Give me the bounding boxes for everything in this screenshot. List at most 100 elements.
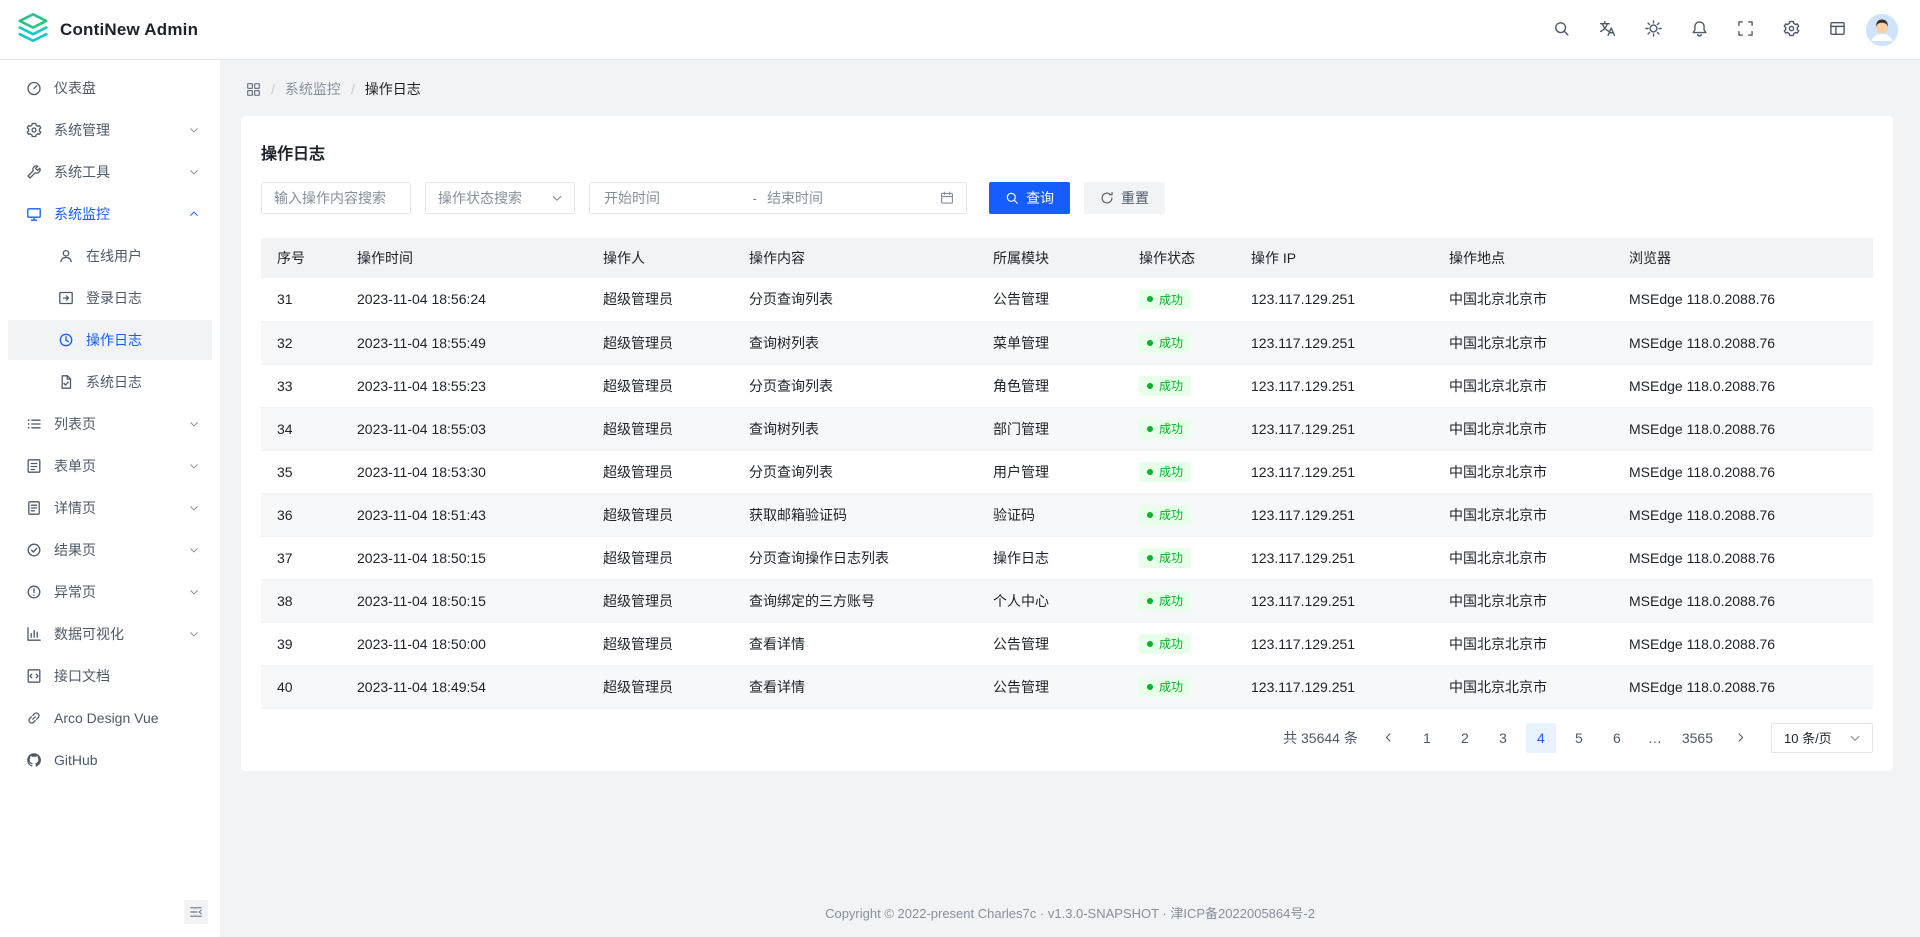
sidebar-item-api-docs[interactable]: 接口文档 [8, 656, 212, 696]
content-search-input[interactable] [261, 182, 411, 214]
log-table-body: 312023-11-04 18:56:24超级管理员分页查询列表公告管理成功12… [261, 278, 1873, 708]
sidebar-item-exception-pages[interactable]: 异常页 [8, 572, 212, 612]
filter-bar: 操作状态搜索 开始时间 - 结束时间 查询 [261, 182, 1873, 214]
cell-status: 成功 [1123, 493, 1235, 536]
monitor-icon [26, 206, 42, 222]
sidebar-item-label: 系统监控 [54, 204, 176, 224]
status-badge: 成功 [1139, 462, 1191, 482]
sidebar-item-label: Arco Design Vue [54, 710, 200, 726]
cell-time: 2023-11-04 18:55:23 [341, 364, 587, 407]
status-label: 成功 [1159, 592, 1183, 609]
login-log-icon [58, 290, 74, 306]
list-icon [26, 416, 42, 432]
app-logo-icon [16, 11, 50, 48]
pagination-page-6[interactable]: 6 [1602, 723, 1632, 753]
status-dot-icon [1147, 684, 1153, 690]
sidebar-item-operation-log[interactable]: 操作日志 [8, 320, 212, 360]
app: ContiNew Admin 仪表盘系统管理系统工具系统监控在线用户登录日志操作… [0, 0, 1920, 937]
tool-icon [26, 164, 42, 180]
date-range-picker[interactable]: 开始时间 - 结束时间 [589, 182, 967, 214]
translate-button[interactable] [1590, 13, 1624, 47]
status-label: 成功 [1159, 291, 1183, 308]
chevron-up-icon [188, 208, 200, 220]
user-avatar[interactable] [1866, 14, 1898, 46]
status-label: 成功 [1159, 549, 1183, 566]
chart-icon [26, 626, 42, 642]
pagination-page-4[interactable]: 4 [1526, 723, 1556, 753]
cell-no: 37 [261, 536, 341, 579]
sidebar-item-label: 数据可视化 [54, 624, 176, 644]
sidebar-item-online-users[interactable]: 在线用户 [8, 236, 212, 276]
sidebar-item-data-visualization[interactable]: 数据可视化 [8, 614, 212, 654]
gear-icon [26, 122, 42, 138]
pagination-page-2[interactable]: 2 [1450, 723, 1480, 753]
op-log-icon [58, 332, 74, 348]
cell-status: 成功 [1123, 407, 1235, 450]
sidebar-item-system-tools[interactable]: 系统工具 [8, 152, 212, 192]
sidebar-item-system-management[interactable]: 系统管理 [8, 110, 212, 150]
status-badge: 成功 [1139, 376, 1191, 396]
notifications-button[interactable] [1682, 13, 1716, 47]
status-select-placeholder: 操作状态搜索 [438, 188, 522, 208]
settings-button[interactable] [1774, 13, 1808, 47]
sidebar-item-arco-design-vue[interactable]: Arco Design Vue [8, 698, 212, 738]
cell-time: 2023-11-04 18:51:43 [341, 493, 587, 536]
cell-browser: MSEdge 118.0.2088.76 [1613, 321, 1873, 364]
pagination-next-button[interactable] [1725, 723, 1755, 753]
cell-no: 40 [261, 665, 341, 708]
pagination-page-1[interactable]: 1 [1412, 723, 1442, 753]
pagination-page-5[interactable]: 5 [1564, 723, 1594, 753]
cell-status: 成功 [1123, 622, 1235, 665]
sidebar-item-result-pages[interactable]: 结果页 [8, 530, 212, 570]
cell-location: 中国北京北京市 [1433, 665, 1613, 708]
reset-button-label: 重置 [1121, 188, 1149, 208]
sidebar-item-system-log[interactable]: 系统日志 [8, 362, 212, 402]
search-icon [1553, 20, 1570, 40]
topbar: ContiNew Admin [0, 0, 1920, 60]
refresh-icon [1100, 191, 1114, 205]
cell-browser: MSEdge 118.0.2088.76 [1613, 278, 1873, 321]
sidebar-item-detail-pages[interactable]: 详情页 [8, 488, 212, 528]
layout-button[interactable] [1820, 13, 1854, 47]
table-row: 312023-11-04 18:56:24超级管理员分页查询列表公告管理成功12… [261, 278, 1873, 321]
breadcrumb: / 系统监控 / 操作日志 [220, 60, 1920, 114]
form-icon [26, 458, 42, 474]
column-header: 操作内容 [733, 238, 977, 278]
query-button[interactable]: 查询 [989, 182, 1070, 214]
table-row: 362023-11-04 18:51:43超级管理员获取邮箱验证码验证码成功12… [261, 493, 1873, 536]
column-header: 浏览器 [1613, 238, 1873, 278]
sidebar-item-github[interactable]: GitHub [8, 740, 212, 780]
pagination-page-3565[interactable]: 3565 [1678, 723, 1717, 753]
cell-ip: 123.117.129.251 [1235, 450, 1433, 493]
page-size-select[interactable]: 10 条/页 [1771, 723, 1873, 753]
cell-operator: 超级管理员 [587, 278, 733, 321]
pagination-page-3[interactable]: 3 [1488, 723, 1518, 753]
sidebar-item-dashboard[interactable]: 仪表盘 [8, 68, 212, 108]
breadcrumb-item-current: 操作日志 [365, 79, 421, 99]
sidebar-item-label: 表单页 [54, 456, 176, 476]
apps-icon[interactable] [246, 82, 261, 97]
search-icon [1005, 191, 1019, 205]
sidebar-item-form-pages[interactable]: 表单页 [8, 446, 212, 486]
pagination-ellipsis[interactable]: … [1640, 723, 1670, 753]
search-button[interactable] [1544, 13, 1578, 47]
brand[interactable]: ContiNew Admin [16, 11, 198, 48]
cell-status: 成功 [1123, 450, 1235, 493]
sidebar-collapse-button[interactable] [184, 900, 208, 924]
status-badge: 成功 [1139, 677, 1191, 697]
status-select[interactable]: 操作状态搜索 [425, 182, 575, 214]
table-row: 352023-11-04 18:53:30超级管理员分页查询列表用户管理成功12… [261, 450, 1873, 493]
fullscreen-button[interactable] [1728, 13, 1762, 47]
sidebar-item-system-monitor[interactable]: 系统监控 [8, 194, 212, 234]
pagination-prev-button[interactable] [1374, 723, 1404, 753]
cell-browser: MSEdge 118.0.2088.76 [1613, 493, 1873, 536]
breadcrumb-item-parent[interactable]: 系统监控 [285, 79, 341, 99]
status-badge: 成功 [1139, 289, 1191, 309]
reset-button[interactable]: 重置 [1084, 182, 1165, 214]
status-badge: 成功 [1139, 548, 1191, 568]
pagination-pages: 123456 … 3565 [1412, 723, 1717, 753]
sidebar-item-login-log[interactable]: 登录日志 [8, 278, 212, 318]
cell-location: 中国北京北京市 [1433, 493, 1613, 536]
theme-button[interactable] [1636, 13, 1670, 47]
sidebar-item-list-pages[interactable]: 列表页 [8, 404, 212, 444]
